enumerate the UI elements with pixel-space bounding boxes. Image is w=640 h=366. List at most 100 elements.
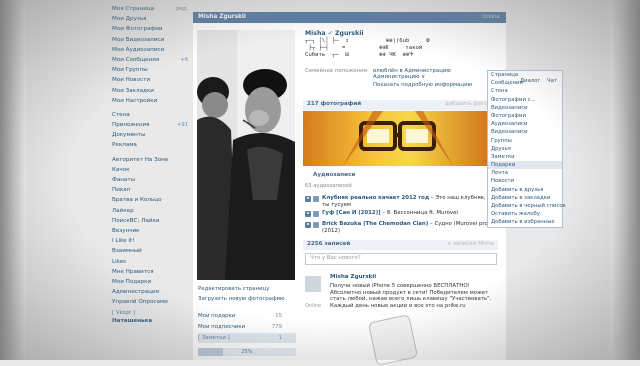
sidebar-item[interactable]: Мои Подарки [112, 277, 190, 287]
stat-followers[interactable]: Мои подписчики 779 [198, 322, 296, 332]
wall-section-header[interactable]: 2256 записей к записям Misha [303, 240, 498, 250]
add-audio-icon[interactable] [313, 196, 319, 202]
header-name[interactable]: Misha Zgurskii [198, 14, 246, 20]
sidebar-item[interactable]: Мои Группы [112, 65, 190, 75]
chat-tab[interactable]: Чат [547, 78, 557, 84]
photos-title[interactable]: 217 фотографий [307, 101, 361, 107]
sidebar-item[interactable]: Мои Аудиозаписи [112, 45, 190, 55]
sidebar-item[interactable]: Likes [112, 257, 190, 267]
post-author[interactable]: Misha Zgurskii [330, 274, 376, 280]
dropdown-item[interactable]: Видеозаписи [488, 104, 562, 112]
stat-notes[interactable]: [ Заметки ] 1 [198, 333, 296, 343]
dropdown-item[interactable]: Фотографии [488, 112, 562, 120]
sidebar-item-label: Приложения [112, 122, 150, 129]
stat-value: 15 [275, 313, 282, 319]
sidebar-item-label: Качок [112, 166, 130, 173]
sidebar-item[interactable]: ПоискВС: Лайки [112, 216, 190, 226]
dropdown-item[interactable]: Оставить жалобу [488, 210, 562, 218]
sidebar-item[interactable]: Качок [112, 165, 190, 175]
left-menu: Моя Страница ред. Мои Друзья Мои Фотографии… [112, 4, 190, 327]
dialog-tab[interactable]: Диалог [520, 78, 540, 84]
dropdown-item[interactable]: Аудиозаписи [488, 120, 562, 128]
dropdown-item[interactable]: Заметки [488, 153, 562, 161]
stat-value: 1 [278, 335, 282, 341]
sidebar-item[interactable]: Братва и Кольцо [112, 195, 190, 205]
sidebar-item-label: Фанаты [112, 177, 136, 183]
profile-status[interactable]: ┬─┐ │\│ ├─ ↕ ⊕⊕|(6ub Ф ├┬ ├─┤ = ⊕⊕Ⅱ тако… [305, 38, 495, 59]
stat-gifts[interactable]: Мои подарки 15 [198, 311, 296, 321]
dropdown-item[interactable]: Видеозаписи [488, 128, 562, 136]
sidebar-item-label: Мои Новости [112, 77, 150, 84]
sidebar-item-label: Авторитет На Зоне [112, 156, 169, 163]
sidebar-item[interactable]: Моя Страница ред. [112, 4, 190, 14]
sidebar-item[interactable]: Фанаты [112, 175, 190, 185]
sidebar-item-label: Везунчик [112, 227, 140, 234]
add-audio-icon[interactable] [313, 222, 319, 228]
friend-name[interactable]: Наташенька [112, 316, 190, 326]
play-icon[interactable] [305, 222, 311, 228]
avatar[interactable] [305, 276, 321, 292]
family-value[interactable]: влюблён в Администрацию Администрацию ∨ [373, 68, 495, 80]
track-title: – 8. Бессонница ft. Murovei [380, 210, 458, 216]
sidebar-item[interactable]: Приложения +91 [112, 120, 190, 130]
sidebar-item-count: ред. [176, 6, 188, 12]
dropdown-item[interactable]: Добавить в друзья [488, 186, 562, 194]
audio-count: 63 аудиозаписей [305, 183, 352, 189]
edit-page-link[interactable]: Редактировать страницу [198, 284, 296, 294]
track-artist[interactable]: Гуф [Сан И (2012)] [322, 210, 381, 216]
photos-section-header[interactable]: 217 фотографий добавить фотогр [303, 100, 498, 110]
sidebar-item-label: Управлй Опросами [112, 299, 168, 306]
dropdown-item[interactable]: Лента [488, 169, 562, 177]
sidebar-item[interactable]: Мои Настройки [112, 96, 190, 106]
stat-label: Мои подарки [198, 313, 236, 319]
dropdown-item[interactable]: Добавить в закладки [488, 194, 562, 202]
photos-strip[interactable] [303, 111, 498, 166]
sidebar-item[interactable]: Взаимный [112, 246, 190, 256]
audio-section-title[interactable]: Аудиозаписи [313, 172, 355, 178]
play-icon[interactable] [305, 196, 311, 202]
profile-header: Misha Zgurskii Online [193, 12, 506, 23]
dropdown-item[interactable]: Добавить в избранные [488, 218, 562, 226]
sidebar-item[interactable]: Мои Видеозаписи [112, 35, 190, 45]
sidebar-item[interactable]: Документы [112, 130, 190, 140]
sidebar-item[interactable]: Пикап [112, 185, 190, 195]
dropdown-item[interactable]: Группы [488, 137, 562, 145]
wall-post-input[interactable]: Что у Вас нового? [305, 253, 497, 265]
dropdown-item[interactable]: Стена [488, 87, 562, 95]
play-icon[interactable] [305, 211, 311, 217]
profile-photo[interactable] [197, 30, 295, 280]
dropdown-item[interactable]: Друзья [488, 145, 562, 153]
online-status: Online [481, 14, 500, 20]
sidebar-item[interactable]: Авторитет На Зоне [112, 155, 190, 165]
sidebar-item-label: Мои Подарки [112, 278, 152, 285]
family-status-row: Семейное положение: влюблён в Администра… [305, 68, 495, 80]
upload-photo-link[interactable]: Загрузить новую фотографию [198, 294, 296, 304]
sidebar-item[interactable]: Мои Сообщения +6 [112, 55, 190, 65]
wall-title[interactable]: 2256 записей [307, 241, 350, 247]
sidebar-item[interactable]: I Like It! [112, 236, 190, 246]
sidebar-item[interactable]: Мне Нравится [112, 267, 190, 277]
sidebar-item[interactable]: Управлй Опросами [112, 297, 190, 307]
sidebar-item[interactable]: Мои Закладки [112, 86, 190, 96]
sidebar-item-label: Администрация [112, 289, 159, 296]
sidebar-item[interactable]: Стена [112, 110, 190, 120]
sidebar-item[interactable]: Лайкер [112, 206, 190, 216]
dropdown-item[interactable]: Подарки [488, 161, 562, 170]
sidebar-item-label: Стена [112, 111, 130, 118]
dropdown-item[interactable]: Фотографии с... [488, 96, 562, 104]
track-artist[interactable]: Brick Bazuka (The Chemodan Clan) [322, 221, 428, 227]
dropdown-item[interactable]: Добавить в черный список [488, 202, 566, 210]
sidebar-item-label: Мне Нравится [112, 268, 154, 275]
dropdown-item[interactable]: Новости [488, 177, 562, 185]
sidebar-item[interactable]: Мои Фотографии [112, 24, 190, 34]
sidebar-item[interactable]: Реклама [112, 140, 190, 150]
to-wall-link[interactable]: к записям Misha [448, 241, 494, 247]
sidebar-item[interactable]: Везунчик [112, 226, 190, 236]
sidebar-item-label: Likes [112, 258, 127, 265]
track-artist[interactable]: Клубняк реально качает 2012 год [322, 195, 429, 201]
sidebar-item[interactable]: Администрация [112, 287, 190, 297]
add-audio-icon[interactable] [313, 211, 319, 217]
sidebar-item[interactable]: Мои Новости [112, 75, 190, 85]
sidebar-item[interactable]: Мои Друзья [112, 14, 190, 24]
show-more-info-link[interactable]: Показать подробную информацию [373, 82, 472, 88]
